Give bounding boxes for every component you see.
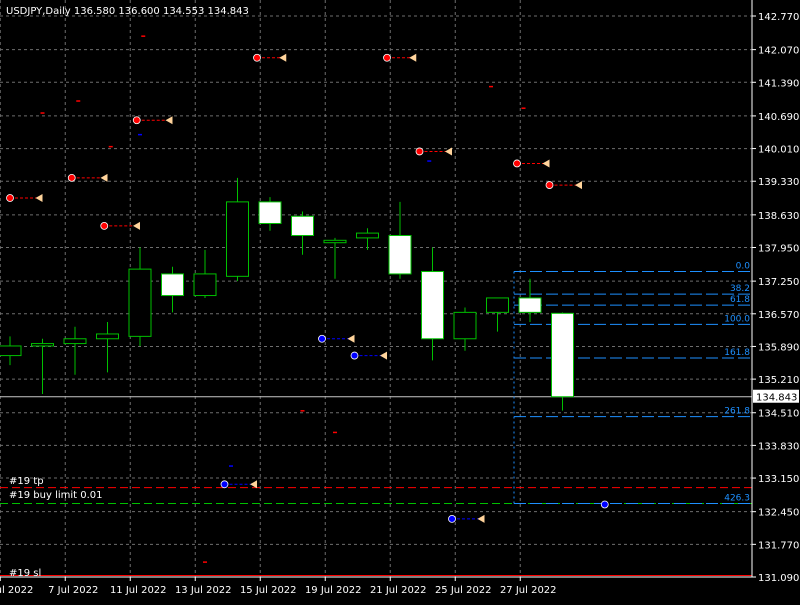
price-axis-label: 135.210: [758, 375, 799, 386]
price-axis-label: 138.630: [758, 211, 799, 222]
sell-entry-marker[interactable]: [415, 147, 424, 156]
grid: [0, 0, 752, 578]
price-axis-label: 137.950: [758, 244, 799, 255]
candle-body[interactable]: [518, 297, 542, 313]
date-axis-label: 25 Jul 2022: [435, 585, 492, 596]
fib-level-label: 426.3: [724, 494, 750, 504]
date-axis-label: 27 Jul 2022: [500, 585, 557, 596]
close-marker[interactable]: [542, 159, 550, 168]
buy-entry-marker[interactable]: [220, 480, 229, 489]
order-lines: [0, 396, 752, 577]
buy-limit-order-label[interactable]: #19 buy limit 0.01: [9, 490, 103, 501]
close-marker[interactable]: [380, 351, 387, 360]
candle-body[interactable]: [388, 235, 412, 275]
candle-body[interactable]: [486, 297, 509, 313]
candle-body[interactable]: [0, 345, 22, 357]
price-axis-label: 136.570: [758, 310, 799, 321]
sell-entry-marker[interactable]: [132, 116, 141, 125]
candle-body[interactable]: [356, 232, 379, 239]
sell-entry-marker[interactable]: [100, 221, 109, 230]
close-marker[interactable]: [165, 116, 173, 125]
sell-entry-marker[interactable]: [545, 181, 554, 189]
candle-body[interactable]: [226, 201, 249, 277]
candle-body[interactable]: [421, 271, 444, 340]
date-axis-label: 11 Jul 2022: [110, 585, 167, 596]
date-axis-label: 21 Jul 2022: [370, 585, 427, 596]
price-axis-label: 142.070: [758, 46, 799, 57]
price-axis-label: 135.890: [758, 342, 799, 353]
fib-level-label: 161.8: [724, 348, 750, 358]
price-axis-label: 141.390: [758, 78, 799, 89]
price-axis-label: 142.770: [758, 12, 799, 23]
sell-entry-marker[interactable]: [513, 159, 521, 168]
buy-entry-marker[interactable]: [600, 500, 609, 509]
price-axis-label: 132.450: [758, 508, 799, 519]
candle-body[interactable]: [193, 273, 217, 297]
price-axis-label: 133.150: [758, 474, 799, 485]
sell-entry-marker[interactable]: [383, 53, 391, 62]
candle-body[interactable]: [551, 312, 574, 398]
current-price-label: 134.843: [756, 393, 797, 404]
close-marker[interactable]: [100, 173, 108, 182]
price-axis-label: 134.510: [758, 409, 799, 420]
sell-entry-marker[interactable]: [6, 194, 14, 202]
date-axis-label: 15 Jul 2022: [240, 585, 297, 596]
tp-order-label[interactable]: #19 tp: [9, 476, 44, 487]
candle-body[interactable]: [291, 215, 314, 237]
sl-order-label[interactable]: #19 sl: [9, 568, 41, 579]
trade-markers: [6, 35, 609, 563]
price-axis-label: 140.010: [758, 145, 799, 156]
date-axis-label: 7 Jul 2022: [48, 585, 98, 596]
fib-level-label: 100.0: [724, 314, 750, 324]
close-marker[interactable]: [250, 480, 257, 489]
price-axis-label: 131.090: [758, 573, 799, 584]
axes: 142.770 142.070 141.390 140.690 140.010 139.3…: [0, 0, 799, 596]
close-marker[interactable]: [575, 181, 582, 190]
fibonacci-levels: 0.0 38.261.8 100.0 161.8 261.8 426.3: [513, 262, 752, 505]
price-chart[interactable]: 0.038.261.8100.0161.8261.8426.3 142.7701…: [0, 0, 800, 600]
price-axis-label: 140.690: [758, 112, 799, 123]
candle-body[interactable]: [128, 268, 152, 337]
buy-entry-marker[interactable]: [318, 334, 326, 343]
close-marker[interactable]: [279, 53, 287, 62]
buy-entry-marker[interactable]: [448, 514, 456, 523]
chart-header: USDJPY,Daily 136.580 136.600 134.553 134…: [6, 6, 249, 17]
close-marker[interactable]: [35, 194, 43, 203]
price-axis-label: 139.330: [758, 177, 799, 188]
price-axis-label: 137.250: [758, 277, 799, 288]
fib-level-label: 261.8: [724, 407, 750, 417]
candle-body[interactable]: [258, 201, 282, 224]
candle-body[interactable]: [323, 239, 347, 244]
fib-level-label: 38.2: [730, 284, 750, 294]
price-axis-label: 131.770: [758, 540, 799, 551]
price-axis-label: 133.830: [758, 441, 799, 452]
date-axis-label: 19 Jul 2022: [305, 585, 362, 596]
sell-entry-marker[interactable]: [67, 173, 76, 182]
close-marker[interactable]: [347, 334, 355, 343]
close-marker[interactable]: [477, 514, 485, 523]
close-marker[interactable]: [133, 221, 140, 230]
candle-body[interactable]: [31, 343, 54, 347]
close-marker[interactable]: [409, 53, 417, 62]
candles: [0, 177, 574, 411]
buy-entry-marker[interactable]: [350, 351, 359, 360]
date-axis-label: 5 Jul 2022: [0, 585, 33, 596]
candle-body[interactable]: [96, 333, 119, 340]
chart-window[interactable]: 0.0 38.2 61.8 100.0 161.8 261.8 426.3 142.770 1…: [0, 0, 800, 600]
sell-entry-marker[interactable]: [253, 53, 261, 62]
candle-body[interactable]: [161, 273, 184, 297]
candle-body[interactable]: [63, 338, 87, 345]
candle-body[interactable]: [453, 311, 477, 340]
date-axis-label: 13 Jul 2022: [175, 585, 232, 596]
fib-level-label: 0.0: [736, 262, 751, 272]
fib-level-label: 61.8: [730, 295, 750, 305]
